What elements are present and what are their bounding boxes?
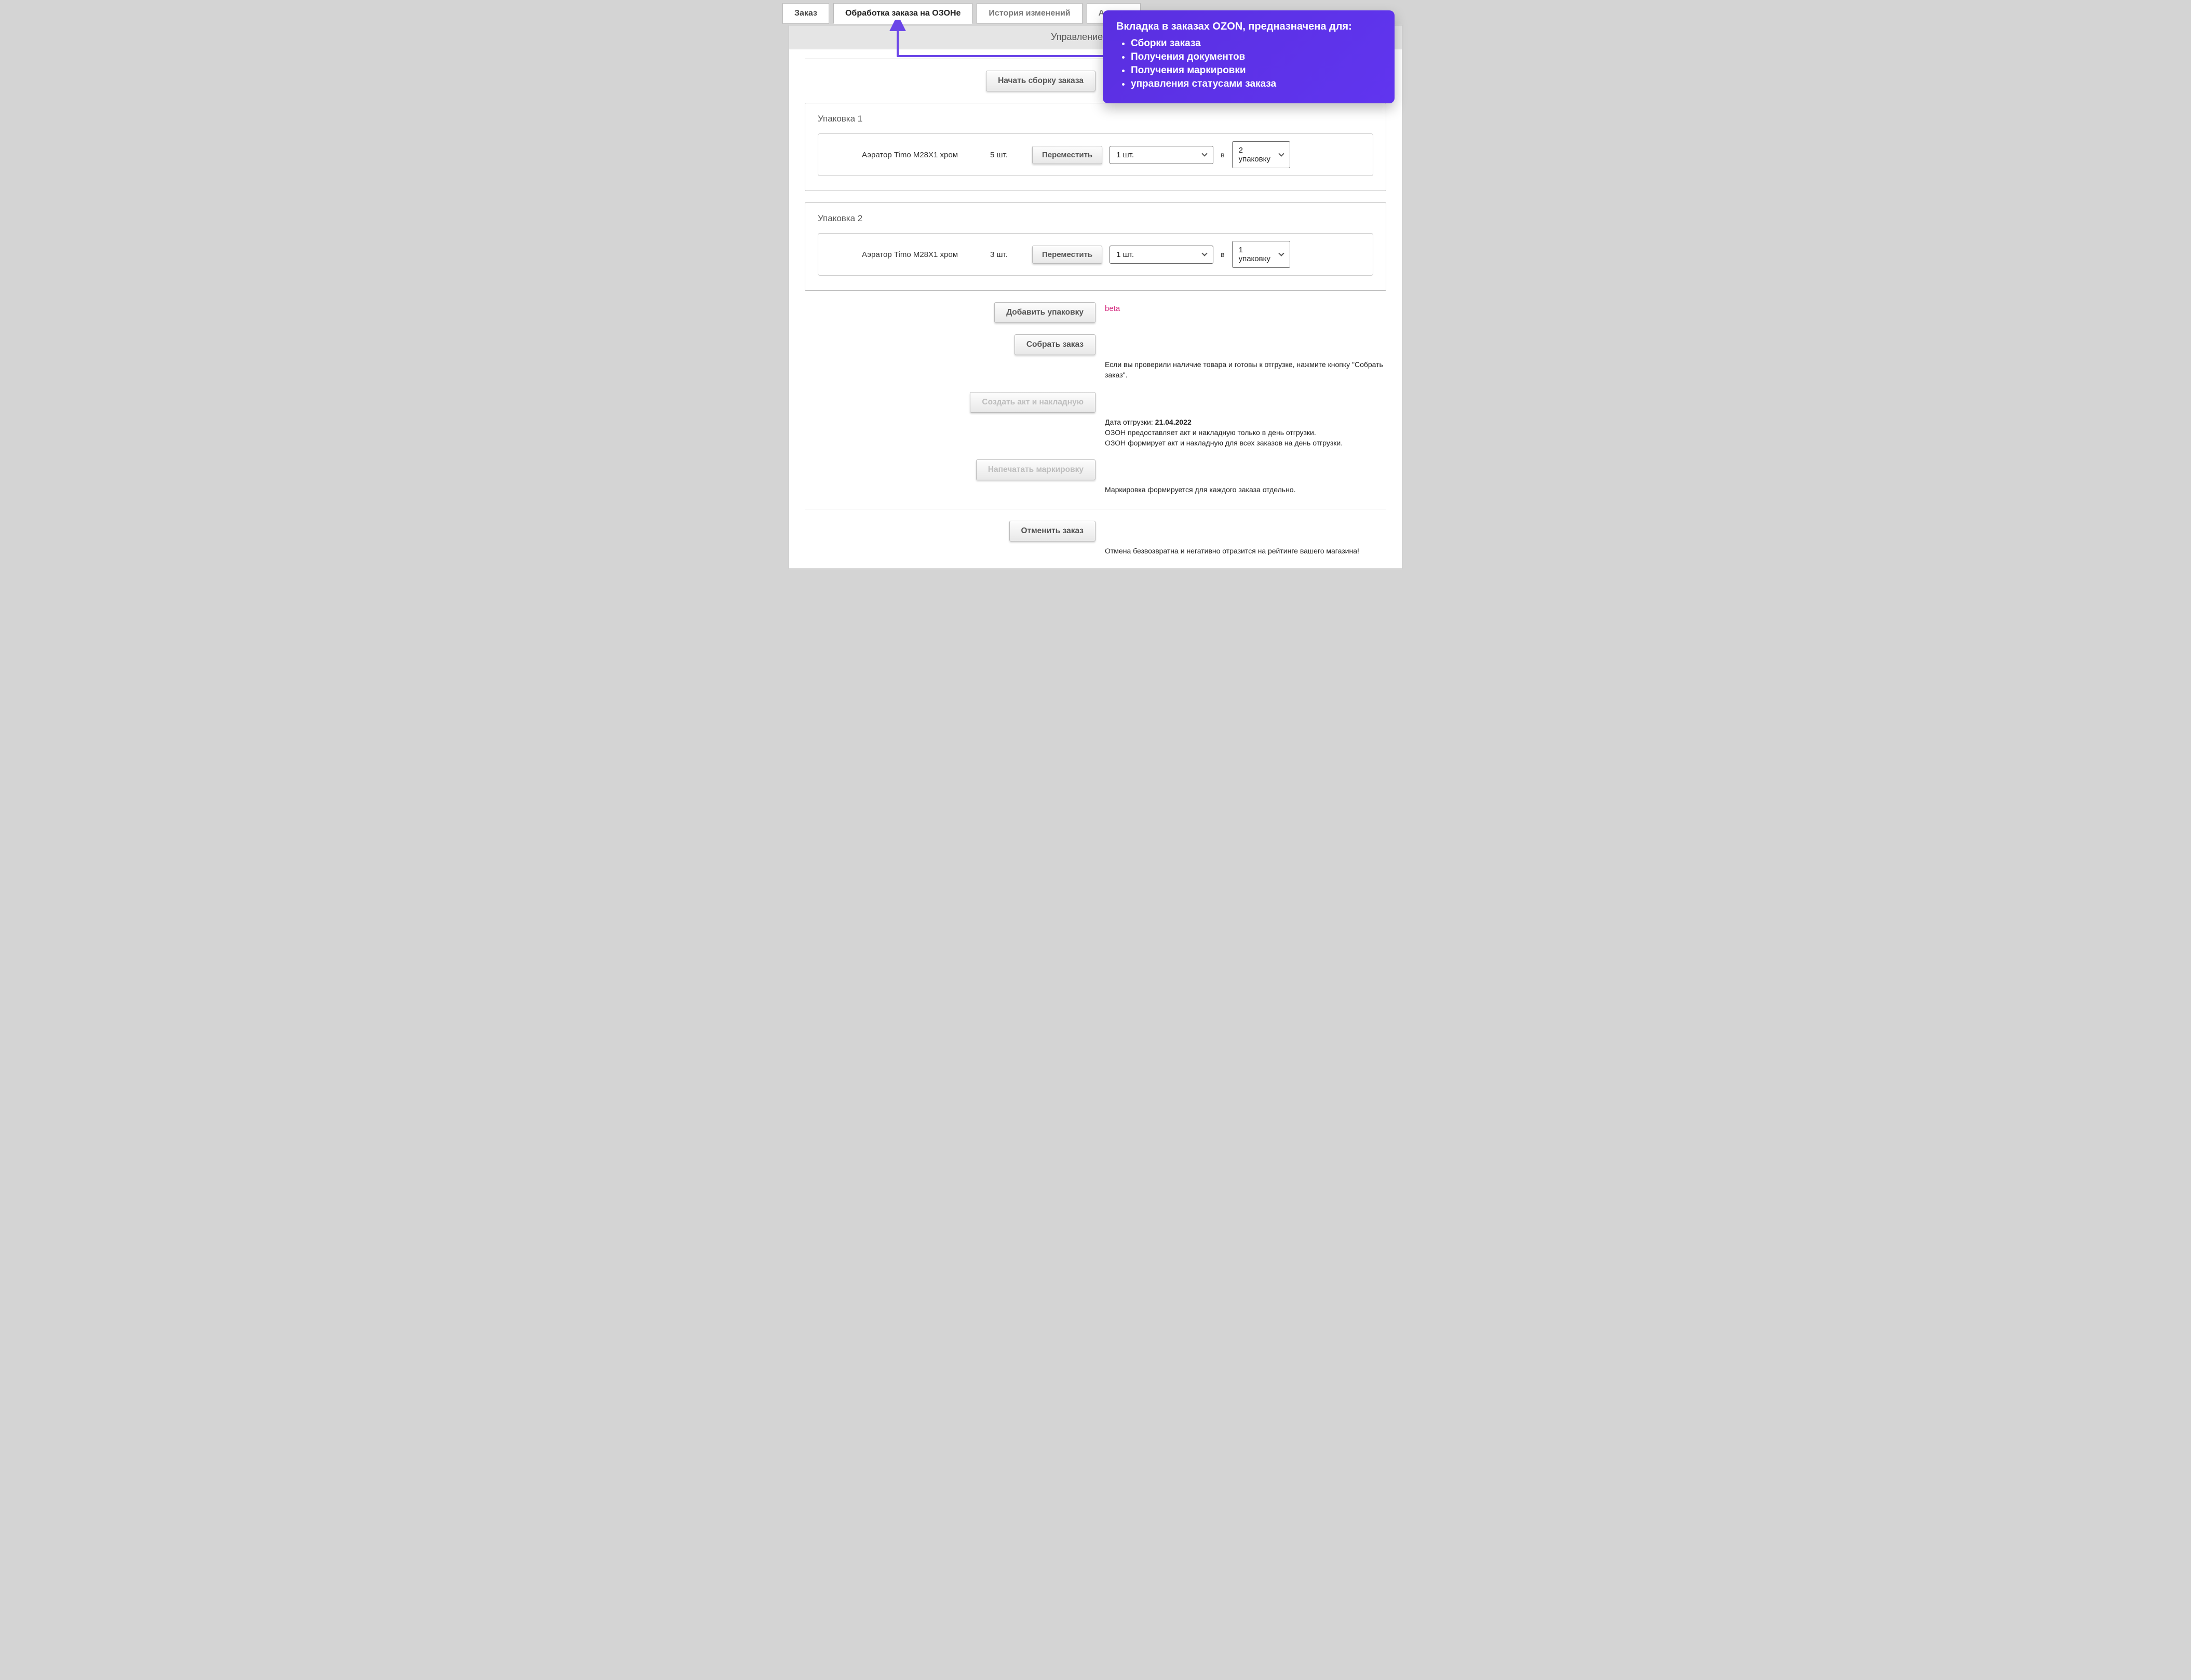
beta-badge: beta — [1105, 304, 1120, 313]
move-dest-select[interactable]: 2 упаковку — [1232, 141, 1290, 168]
item-name: Аэратор Timo M28X1 хром — [831, 151, 966, 159]
item-name: Аэратор Timo M28X1 хром — [831, 250, 966, 259]
collect-order-button[interactable]: Собрать заказ — [1015, 334, 1096, 355]
chevron-down-icon — [1201, 151, 1207, 156]
package-box: Упаковка 2 Аэратор Timo M28X1 хром 3 шт.… — [805, 202, 1386, 291]
package-title: Упаковка 1 — [818, 114, 1373, 124]
item-qty: 5 шт. — [973, 151, 1025, 159]
move-separator: в — [1221, 250, 1224, 259]
create-act-button[interactable]: Создать акт и накладную — [970, 392, 1096, 413]
package-box: Упаковка 1 Аэратор Timo M28X1 хром 5 шт.… — [805, 103, 1386, 191]
ship-date: 21.04.2022 — [1155, 418, 1192, 426]
package-title: Упаковка 2 — [818, 213, 1373, 224]
act-note-1: ОЗОН предоставляет акт и накладную тольк… — [1105, 428, 1316, 437]
callout-title: Вкладка в заказах OZON, предназначена дл… — [1116, 21, 1380, 33]
callout-list: Сборки заказа Получения документов Получ… — [1116, 38, 1380, 90]
move-dest-select[interactable]: 1 упаковку — [1232, 241, 1290, 268]
collect-hint: Если вы проверили наличие товара и готов… — [1105, 358, 1386, 381]
add-package-button[interactable]: Добавить упаковку — [994, 302, 1096, 323]
start-assembly-button[interactable]: Начать сборку заказа — [986, 71, 1096, 91]
item-qty: 3 шт. — [973, 250, 1025, 259]
labels-note: Маркировка формируется для каждого заказ… — [1105, 483, 1386, 495]
order-management-panel: Управление заказом Начать сборку заказа … — [789, 25, 1402, 569]
info-callout: Вкладка в заказах OZON, предназначена дл… — [1103, 10, 1395, 103]
chevron-down-icon — [1201, 250, 1207, 256]
move-qty-select[interactable]: 1 шт. — [1110, 146, 1213, 164]
package-item-row: Аэратор Timo M28X1 хром 3 шт. Переместит… — [818, 233, 1373, 276]
act-note-2: ОЗОН формирует акт и накладную для всех … — [1105, 439, 1343, 447]
act-info: Дата отгрузки: 21.04.2022 ОЗОН предостав… — [1105, 416, 1386, 449]
cancel-note: Отмена безвозвратна и негативно отразитс… — [1105, 545, 1386, 556]
move-button[interactable]: Переместить — [1032, 246, 1102, 264]
tab-history[interactable]: История изменений — [977, 3, 1082, 24]
move-separator: в — [1221, 151, 1224, 159]
ship-date-label: Дата отгрузки: — [1105, 418, 1155, 426]
cancel-order-button[interactable]: Отменить заказ — [1009, 521, 1096, 541]
chevron-down-icon — [1278, 250, 1284, 256]
print-labels-button[interactable]: Напечатать маркировку — [976, 459, 1096, 480]
package-item-row: Аэратор Timo M28X1 хром 5 шт. Переместит… — [818, 133, 1373, 176]
tab-ozon-processing[interactable]: Обработка заказа на ОЗОНе — [833, 3, 972, 24]
tab-order[interactable]: Заказ — [782, 3, 829, 24]
move-qty-select[interactable]: 1 шт. — [1110, 246, 1213, 264]
move-button[interactable]: Переместить — [1032, 146, 1102, 164]
chevron-down-icon — [1278, 151, 1284, 156]
